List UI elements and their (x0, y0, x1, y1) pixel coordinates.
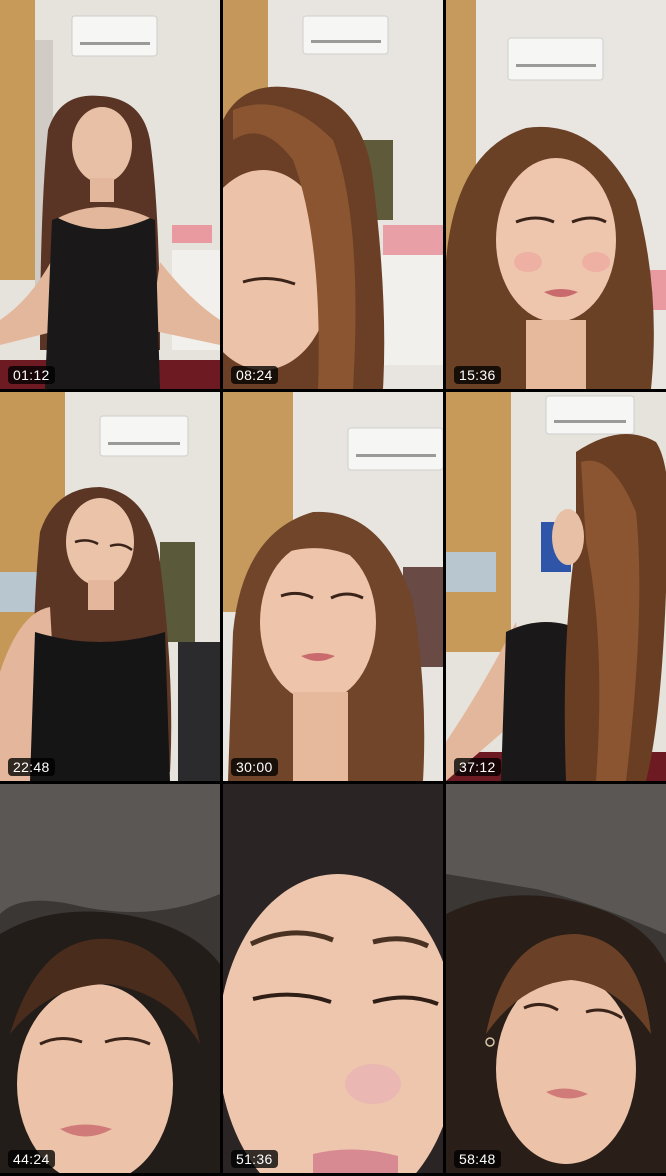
video-frame-thumbnail[interactable]: 44:24 (0, 784, 220, 1173)
frame-image (223, 392, 443, 781)
timestamp-label: 15:36 (454, 366, 501, 384)
frame-image (0, 784, 220, 1173)
frame-image (0, 392, 220, 781)
frame-image (446, 784, 666, 1173)
timestamp-label: 44:24 (8, 1150, 55, 1168)
frame-image (223, 0, 443, 389)
frame-image (223, 784, 443, 1173)
frame-image (446, 392, 666, 781)
video-frame-thumbnail[interactable]: 58:48 (446, 784, 666, 1173)
timestamp-label: 30:00 (231, 758, 278, 776)
frame-image (446, 0, 666, 389)
video-frame-thumbnail[interactable]: 01:12 (0, 0, 220, 389)
timestamp-label: 51:36 (231, 1150, 278, 1168)
video-frame-thumbnail[interactable]: 51:36 (223, 784, 443, 1173)
video-frame-thumbnail[interactable]: 22:48 (0, 392, 220, 781)
timestamp-label: 22:48 (8, 758, 55, 776)
timestamp-label: 58:48 (454, 1150, 501, 1168)
video-frame-thumbnail[interactable]: 15:36 (446, 0, 666, 389)
timestamp-label: 37:12 (454, 758, 501, 776)
timestamp-label: 08:24 (231, 366, 278, 384)
video-frame-thumbnail[interactable]: 30:00 (223, 392, 443, 781)
video-frame-thumbnail[interactable]: 37:12 (446, 392, 666, 781)
thumbnail-grid: 01:12 08:24 15:36 22:48 30:00 37:12 44:2… (0, 0, 666, 1176)
frame-image (0, 0, 220, 389)
timestamp-label: 01:12 (8, 366, 55, 384)
video-frame-thumbnail[interactable]: 08:24 (223, 0, 443, 389)
